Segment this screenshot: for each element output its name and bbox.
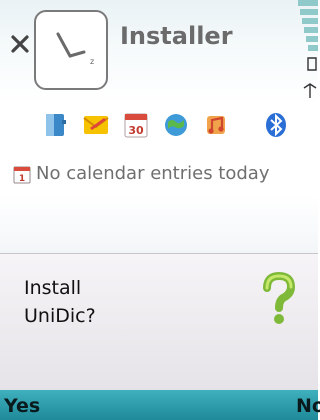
shortcut-bar: 30 — [0, 110, 318, 150]
svg-text:1: 1 — [19, 174, 25, 184]
question-mark-icon — [263, 271, 296, 324]
calendar-entry-row[interactable]: 1 No calendar entries today — [0, 160, 318, 190]
confirmation-dialog: Install UniDic? — [0, 253, 318, 391]
home-screen-header: z Installer — [0, 0, 318, 105]
clock-widget: z — [34, 10, 108, 90]
small-calendar-icon: 1 — [13, 166, 31, 184]
dialog-message-line2: UniDic? — [24, 305, 96, 327]
bluetooth-icon[interactable] — [262, 110, 290, 140]
dialog-message: Install UniDic? — [24, 274, 96, 330]
calendar-day-number: 30 — [128, 124, 144, 137]
softkey-bar: Yes No — [0, 390, 320, 420]
analog-clock-icon: z — [56, 32, 94, 66]
app-title: Installer — [120, 22, 233, 50]
messaging-icon[interactable] — [82, 110, 110, 140]
home-screen-area — [0, 195, 318, 253]
dialog-message-line1: Install — [24, 277, 82, 299]
yes-softkey[interactable]: Yes — [4, 395, 40, 417]
contacts-icon[interactable] — [42, 110, 70, 140]
close-icon[interactable] — [10, 34, 30, 54]
calendar-icon[interactable]: 30 — [122, 110, 150, 140]
music-icon[interactable] — [202, 110, 230, 140]
web-icon[interactable] — [162, 110, 190, 140]
no-softkey[interactable]: No — [296, 395, 320, 417]
calendar-status-text: No calendar entries today — [36, 163, 270, 184]
svg-text:z: z — [90, 57, 94, 66]
signal-strength-icon — [298, 0, 318, 98]
